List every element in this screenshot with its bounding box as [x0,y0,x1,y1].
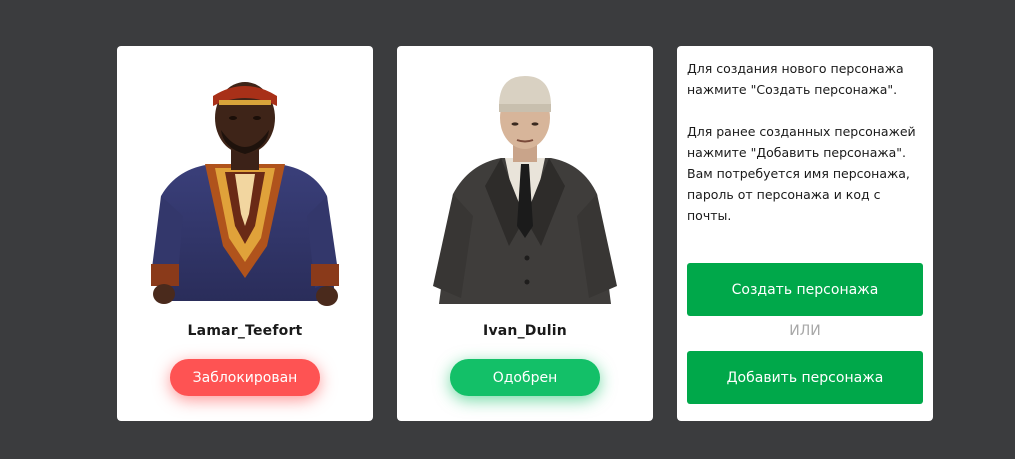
info-text: Для создания нового персонажа нажмите "С… [687,58,923,226]
add-character-panel: Для создания нового персонажа нажмите "С… [677,46,933,421]
or-separator: ИЛИ [789,323,821,339]
character-portrait-lamar [117,46,373,308]
info-paragraph-create: Для создания нового персонажа нажмите "С… [687,61,904,97]
character-name: Lamar_Teefort [187,323,303,339]
character-select-screen: Lamar_Teefort Заблокирован Ivan_Dulin Од… [0,0,1015,459]
status-approved-button[interactable]: Одобрен [450,359,600,396]
character-card-ivan[interactable]: Ivan_Dulin Одобрен [397,46,653,421]
create-character-button[interactable]: Создать персонажа [687,263,923,316]
character-portrait-ivan [397,46,653,308]
status-blocked-button[interactable]: Заблокирован [170,359,320,396]
info-paragraph-add: Для ранее созданных персонажей нажмите "… [687,124,916,223]
character-card-lamar[interactable]: Lamar_Teefort Заблокирован [117,46,373,421]
add-character-button[interactable]: Добавить персонажа [687,351,923,404]
character-name: Ivan_Dulin [483,323,567,339]
